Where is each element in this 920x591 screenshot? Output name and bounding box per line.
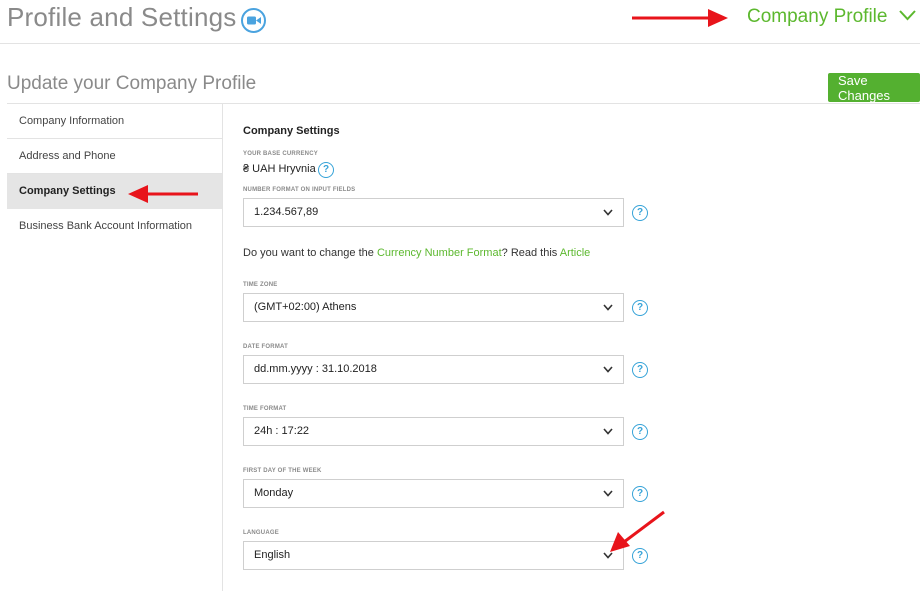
sidebar-item-company-information[interactable]: Company Information bbox=[7, 104, 223, 139]
timezone-value: (GMT+02:00) Athens bbox=[254, 301, 357, 313]
time-format-value: 24h : 17:22 bbox=[254, 425, 310, 437]
video-camera-icon[interactable] bbox=[241, 8, 266, 33]
help-icon[interactable]: ? bbox=[632, 486, 648, 502]
sidebar-item-label: Address and Phone bbox=[19, 150, 116, 162]
sidebar-item-label: Company Settings bbox=[19, 185, 116, 197]
sidebar-item-address-and-phone[interactable]: Address and Phone bbox=[7, 139, 223, 174]
time-format-select[interactable]: 24h : 17:22 bbox=[243, 417, 624, 446]
sidebar-item-company-settings[interactable]: Company Settings bbox=[7, 174, 223, 209]
language-label: LANGUAGE bbox=[243, 530, 279, 536]
base-currency-label: YOUR BASE CURRENCY bbox=[243, 151, 318, 157]
language-value: English bbox=[254, 549, 291, 561]
first-day-select[interactable]: Monday bbox=[243, 479, 624, 508]
date-format-label: DATE FORMAT bbox=[243, 344, 288, 350]
chevron-down-icon bbox=[603, 490, 613, 497]
help-icon[interactable]: ? bbox=[632, 205, 648, 221]
help-icon[interactable]: ? bbox=[632, 300, 648, 316]
sidebar-item-business-bank-account[interactable]: Business Bank Account Information bbox=[7, 209, 223, 244]
chevron-down-icon[interactable] bbox=[899, 10, 916, 21]
company-profile-link[interactable]: Company Profile bbox=[747, 6, 887, 28]
chevron-down-icon bbox=[603, 304, 613, 311]
help-icon[interactable]: ? bbox=[632, 548, 648, 564]
page-title: Profile and Settings bbox=[7, 2, 237, 32]
chevron-down-icon bbox=[603, 552, 613, 559]
sidebar-item-label: Business Bank Account Information bbox=[19, 220, 193, 232]
number-format-label: NUMBER FORMAT ON INPUT FIELDS bbox=[243, 187, 356, 193]
time-format-label: TIME FORMAT bbox=[243, 406, 287, 412]
help-icon[interactable]: ? bbox=[318, 162, 334, 178]
number-format-select[interactable]: 1.234.567,89 bbox=[243, 198, 624, 227]
currency-number-format-link[interactable]: Currency Number Format bbox=[377, 247, 502, 259]
chevron-down-icon bbox=[603, 366, 613, 373]
vertical-divider bbox=[222, 104, 223, 591]
base-currency-value: ₴ UAH Hryvnia bbox=[243, 163, 316, 175]
date-format-select[interactable]: dd.mm.yyyy : 31.10.2018 bbox=[243, 355, 624, 384]
timezone-label: TIME ZONE bbox=[243, 282, 278, 288]
sidebar: Company Information Address and Phone Co… bbox=[7, 104, 223, 244]
save-changes-button[interactable]: Save Changes bbox=[828, 73, 920, 103]
help-icon[interactable]: ? bbox=[632, 424, 648, 440]
timezone-select[interactable]: (GMT+02:00) Athens bbox=[243, 293, 624, 322]
chevron-down-icon bbox=[603, 209, 613, 216]
question-text: Do you want to change the bbox=[243, 247, 377, 259]
article-link[interactable]: Article bbox=[560, 247, 591, 259]
help-icon[interactable]: ? bbox=[632, 362, 648, 378]
number-format-value: 1.234.567,89 bbox=[254, 206, 319, 218]
chevron-down-icon bbox=[603, 428, 613, 435]
section-title: Update your Company Profile bbox=[7, 73, 257, 94]
currency-format-question: Do you want to change the Currency Numbe… bbox=[243, 247, 590, 259]
date-format-value: dd.mm.yyyy : 31.10.2018 bbox=[254, 363, 377, 375]
company-settings-heading: Company Settings bbox=[243, 125, 340, 137]
first-day-value: Monday bbox=[254, 487, 294, 499]
sidebar-item-label: Company Information bbox=[19, 115, 125, 127]
top-bar: Profile and Settings Company Profile bbox=[0, 0, 920, 44]
language-select[interactable]: English bbox=[243, 541, 624, 570]
first-day-label: FIRST DAY OF THE WEEK bbox=[243, 468, 322, 474]
question-text: ? Read this bbox=[501, 247, 560, 259]
